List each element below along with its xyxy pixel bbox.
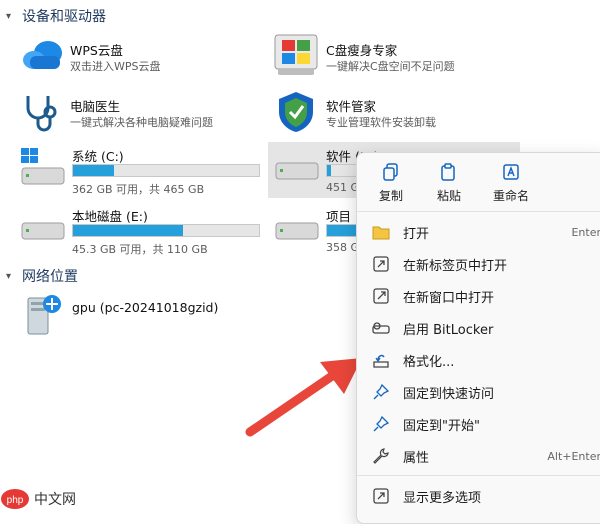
app-desc: 专业管理软件安装卸载 [326,116,436,129]
menu-item-bitlocker[interactable]: 启用 BitLocker [365,315,600,341]
new-tab-icon [373,256,389,272]
shield-icon [279,92,313,132]
app-item-pc-doctor[interactable]: 电脑医生 一键式解决各种电脑疑难问题 [18,90,268,134]
menu-item-label: 显示更多选项 [403,490,482,506]
section-devices-header[interactable]: ▾ 设备和驱动器 [6,6,106,26]
menu-item-open-new-tab[interactable]: 在新标签页中打开 [365,251,600,277]
section-network-header[interactable]: ▾ 网络位置 [6,266,78,286]
menu-divider [357,211,600,212]
app-item-wps-cloud[interactable]: WPS云盘 双击进入WPS云盘 [18,34,268,78]
menu-item-label: 在新标签页中打开 [403,258,508,274]
app-desc: 一键解决C盘空间不足问题 [326,60,455,73]
menu-item-label: 启用 BitLocker [403,322,494,338]
key-icon [372,322,390,334]
menu-item-show-more[interactable]: 显示更多选项 [365,483,600,509]
menu-item-label: 属性 [403,450,430,466]
show-more-icon [373,488,389,504]
app-item-software-manager[interactable]: 软件管家 专业管理软件安装卸载 [272,90,522,134]
paste-button[interactable]: 粘贴 [421,163,477,204]
chevron-down-icon: ▾ [6,10,12,22]
context-menu: 复制 粘贴 重命名 打开 Enter 在新标签页中打开 在新窗口中打开 启用 B… [356,152,600,524]
pin-icon [373,416,389,432]
menu-item-open-new-window[interactable]: 在新窗口中打开 [365,283,600,309]
drive-item-c[interactable]: 系统 (C:) 362 GB 可用，共 465 GB [18,142,266,198]
section-network-title: 网络位置 [22,269,78,285]
rename-icon [503,164,519,180]
rename-label: 重命名 [492,189,529,203]
drive-usage-bar [72,164,260,177]
menu-item-open[interactable]: 打开 Enter [365,219,600,245]
format-icon [373,354,389,368]
drive-name: 系统 (C:) [72,149,124,164]
menu-item-format[interactable]: 格式化... [365,347,600,373]
drive-name: 本地磁盘 (E:) [72,209,148,224]
menu-item-label: 固定到快速访问 [403,386,495,402]
app-name: 电脑医生 [70,99,121,114]
rename-button[interactable]: 重命名 [483,163,539,204]
cloud-icon [23,41,62,69]
drive-space: 45.3 GB 可用，共 110 GB [72,243,208,256]
watermark-text: 中文网 [34,492,76,508]
menu-item-label: 在新窗口中打开 [403,290,495,306]
copy-label: 复制 [378,189,403,203]
copy-icon [383,163,398,181]
menu-item-shortcut: Alt+Enter [547,449,600,463]
menu-item-shortcut: Enter [571,225,600,239]
chevron-down-icon: ▾ [6,270,12,282]
wrench-icon [373,448,389,464]
drive-usage-fill [73,225,183,236]
folder-icon [372,226,390,240]
new-window-icon [373,288,389,304]
drive-name: 项目 [326,209,352,224]
drive-item-e[interactable]: 本地磁盘 (E:) 45.3 GB 可用，共 110 GB [18,202,266,258]
app-name: C盘瘦身专家 [326,43,398,58]
network-drive-icon [27,295,61,335]
windows-logo-icon [274,34,318,75]
menu-item-label: 打开 [403,226,430,242]
menu-divider [357,475,600,476]
copy-button[interactable]: 复制 [363,163,419,204]
drive-usage-fill [73,165,114,176]
app-item-c-slim[interactable]: C盘瘦身专家 一键解决C盘空间不足问题 [272,34,522,78]
menu-item-properties[interactable]: 属性 Alt+Enter [365,443,600,469]
paste-icon [441,163,455,181]
menu-item-label: 格式化... [403,354,455,370]
drive-usage-fill [327,165,331,176]
app-name: WPS云盘 [70,43,123,58]
watermark: php 中文网 [0,488,76,510]
pin-icon [373,384,389,400]
app-name: 软件管家 [326,99,377,114]
svg-text:php: php [7,495,24,506]
drive-icon [275,162,319,180]
network-item-name: gpu (pc-20241018gzid) [72,300,219,315]
section-devices-title: 设备和驱动器 [22,9,106,25]
system-drive-icon [21,148,65,185]
drive-space: 358 G [326,241,360,254]
app-desc: 一键式解决各种电脑疑难问题 [70,116,213,129]
paste-label: 粘贴 [436,189,461,203]
app-desc: 双击进入WPS云盘 [70,60,161,73]
drive-icon [21,222,65,240]
drive-usage-bar [72,224,260,237]
stethoscope-icon [26,96,57,132]
menu-item-pin-quick-access[interactable]: 固定到快速访问 [365,379,600,405]
drive-space: 451 G [326,181,360,194]
menu-item-label: 固定到"开始" [403,418,480,434]
drive-space: 362 GB 可用，共 465 GB [72,183,205,196]
drive-icon [275,222,319,240]
menu-item-pin-start[interactable]: 固定到"开始" [365,411,600,437]
php-logo-icon: php [1,489,29,509]
network-item-gpu[interactable]: gpu (pc-20241018gzid) [18,290,258,338]
